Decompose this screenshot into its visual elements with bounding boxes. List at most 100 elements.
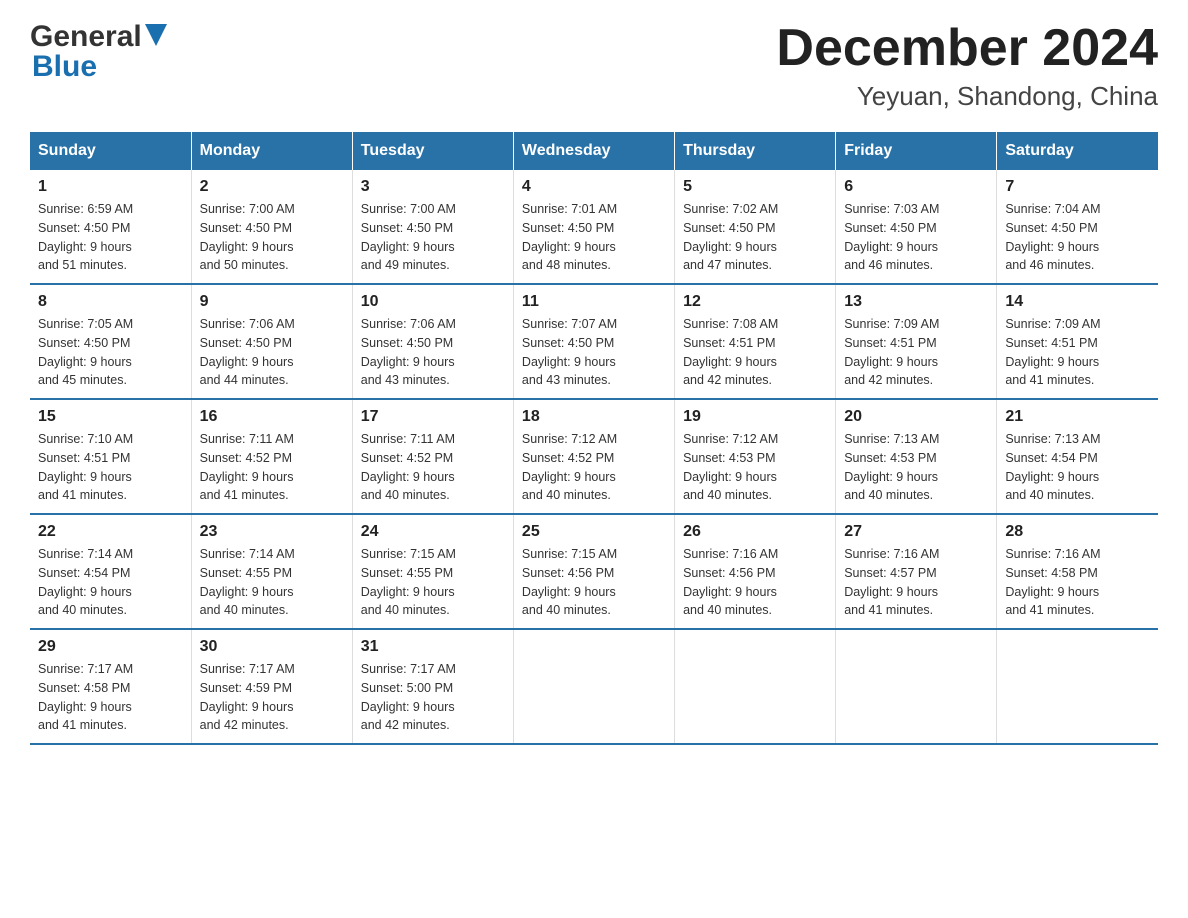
day-number: 20 xyxy=(844,408,988,426)
day-info: Sunrise: 7:07 AM Sunset: 4:50 PM Dayligh… xyxy=(522,315,666,390)
calendar-cell: 12 Sunrise: 7:08 AM Sunset: 4:51 PM Dayli… xyxy=(675,284,836,399)
calendar-cell: 5 Sunrise: 7:02 AM Sunset: 4:50 PM Daylig… xyxy=(675,170,836,284)
day-info: Sunrise: 7:14 AM Sunset: 4:54 PM Dayligh… xyxy=(38,545,183,620)
day-info: Sunrise: 7:16 AM Sunset: 4:58 PM Dayligh… xyxy=(1005,545,1150,620)
calendar-cell: 26 Sunrise: 7:16 AM Sunset: 4:56 PM Dayli… xyxy=(675,514,836,629)
day-number: 24 xyxy=(361,523,505,541)
calendar-cell: 28 Sunrise: 7:16 AM Sunset: 4:58 PM Dayli… xyxy=(997,514,1158,629)
day-info: Sunrise: 7:06 AM Sunset: 4:50 PM Dayligh… xyxy=(200,315,344,390)
day-info: Sunrise: 7:17 AM Sunset: 4:58 PM Dayligh… xyxy=(38,660,183,735)
column-header-tuesday: Tuesday xyxy=(352,132,513,170)
calendar-cell: 8 Sunrise: 7:05 AM Sunset: 4:50 PM Daylig… xyxy=(30,284,191,399)
day-number: 27 xyxy=(844,523,988,541)
day-number: 23 xyxy=(200,523,344,541)
day-info: Sunrise: 7:00 AM Sunset: 4:50 PM Dayligh… xyxy=(200,200,344,275)
calendar-cell: 1 Sunrise: 6:59 AM Sunset: 4:50 PM Daylig… xyxy=(30,170,191,284)
column-header-saturday: Saturday xyxy=(997,132,1158,170)
calendar-cell: 20 Sunrise: 7:13 AM Sunset: 4:53 PM Dayli… xyxy=(836,399,997,514)
day-number: 9 xyxy=(200,293,344,311)
logo-triangle-icon xyxy=(145,24,167,46)
day-number: 22 xyxy=(38,523,183,541)
calendar-cell: 7 Sunrise: 7:04 AM Sunset: 4:50 PM Daylig… xyxy=(997,170,1158,284)
day-info: Sunrise: 7:00 AM Sunset: 4:50 PM Dayligh… xyxy=(361,200,505,275)
day-info: Sunrise: 7:05 AM Sunset: 4:50 PM Dayligh… xyxy=(38,315,183,390)
day-info: Sunrise: 7:04 AM Sunset: 4:50 PM Dayligh… xyxy=(1005,200,1150,275)
day-info: Sunrise: 7:03 AM Sunset: 4:50 PM Dayligh… xyxy=(844,200,988,275)
calendar-cell: 18Sunrise: 7:12 AM Sunset: 4:52 PM Dayli… xyxy=(513,399,674,514)
calendar-cell: 15Sunrise: 7:10 AM Sunset: 4:51 PM Dayli… xyxy=(30,399,191,514)
day-info: Sunrise: 7:02 AM Sunset: 4:50 PM Dayligh… xyxy=(683,200,827,275)
day-number: 16 xyxy=(200,408,344,426)
day-number: 26 xyxy=(683,523,827,541)
calendar-table: SundayMondayTuesdayWednesdayThursdayFrid… xyxy=(30,132,1158,745)
calendar-cell xyxy=(675,629,836,744)
calendar-cell: 19 Sunrise: 7:12 AM Sunset: 4:53 PM Dayli… xyxy=(675,399,836,514)
day-info: Sunrise: 6:59 AM Sunset: 4:50 PM Dayligh… xyxy=(38,200,183,275)
calendar-cell: 29 Sunrise: 7:17 AM Sunset: 4:58 PM Dayli… xyxy=(30,629,191,744)
day-info: Sunrise: 7:06 AM Sunset: 4:50 PM Dayligh… xyxy=(361,315,505,390)
calendar-cell: 14 Sunrise: 7:09 AM Sunset: 4:51 PM Dayli… xyxy=(997,284,1158,399)
day-number: 14 xyxy=(1005,293,1150,311)
calendar-cell: 25Sunrise: 7:15 AM Sunset: 4:56 PM Dayli… xyxy=(513,514,674,629)
calendar-cell xyxy=(997,629,1158,744)
day-number: 13 xyxy=(844,293,988,311)
day-number: 3 xyxy=(361,178,505,196)
calendar-cell: 30 Sunrise: 7:17 AM Sunset: 4:59 PM Dayli… xyxy=(191,629,352,744)
logo-general-text: General xyxy=(30,20,142,54)
calendar-cell: 17 Sunrise: 7:11 AM Sunset: 4:52 PM Dayli… xyxy=(352,399,513,514)
calendar-cell: 21Sunrise: 7:13 AM Sunset: 4:54 PM Dayli… xyxy=(997,399,1158,514)
calendar-cell: 31Sunrise: 7:17 AM Sunset: 5:00 PM Dayli… xyxy=(352,629,513,744)
day-info: Sunrise: 7:12 AM Sunset: 4:52 PM Dayligh… xyxy=(522,430,666,505)
day-info: Sunrise: 7:11 AM Sunset: 4:52 PM Dayligh… xyxy=(361,430,505,505)
day-number: 30 xyxy=(200,638,344,656)
day-info: Sunrise: 7:11 AM Sunset: 4:52 PM Dayligh… xyxy=(200,430,344,505)
day-info: Sunrise: 7:15 AM Sunset: 4:55 PM Dayligh… xyxy=(361,545,505,620)
column-header-sunday: Sunday xyxy=(30,132,191,170)
title-block: December 2024 Yeyuan, Shandong, China xyxy=(776,20,1158,112)
calendar-cell: 16 Sunrise: 7:11 AM Sunset: 4:52 PM Dayli… xyxy=(191,399,352,514)
day-info: Sunrise: 7:01 AM Sunset: 4:50 PM Dayligh… xyxy=(522,200,666,275)
logo: General Blue xyxy=(30,20,167,84)
day-number: 21 xyxy=(1005,408,1150,426)
day-info: Sunrise: 7:13 AM Sunset: 4:53 PM Dayligh… xyxy=(844,430,988,505)
day-number: 11 xyxy=(522,293,666,311)
calendar-cell: 23Sunrise: 7:14 AM Sunset: 4:55 PM Dayli… xyxy=(191,514,352,629)
day-info: Sunrise: 7:10 AM Sunset: 4:51 PM Dayligh… xyxy=(38,430,183,505)
day-number: 7 xyxy=(1005,178,1150,196)
calendar-week-row: 22 Sunrise: 7:14 AM Sunset: 4:54 PM Dayli… xyxy=(30,514,1158,629)
calendar-cell xyxy=(513,629,674,744)
day-number: 25 xyxy=(522,523,666,541)
day-info: Sunrise: 7:12 AM Sunset: 4:53 PM Dayligh… xyxy=(683,430,827,505)
day-number: 6 xyxy=(844,178,988,196)
calendar-cell: 2 Sunrise: 7:00 AM Sunset: 4:50 PM Daylig… xyxy=(191,170,352,284)
column-header-monday: Monday xyxy=(191,132,352,170)
column-header-thursday: Thursday xyxy=(675,132,836,170)
page-subtitle: Yeyuan, Shandong, China xyxy=(776,81,1158,112)
column-header-wednesday: Wednesday xyxy=(513,132,674,170)
calendar-cell: 24 Sunrise: 7:15 AM Sunset: 4:55 PM Dayli… xyxy=(352,514,513,629)
day-info: Sunrise: 7:09 AM Sunset: 4:51 PM Dayligh… xyxy=(1005,315,1150,390)
day-info: Sunrise: 7:16 AM Sunset: 4:56 PM Dayligh… xyxy=(683,545,827,620)
calendar-week-row: 15Sunrise: 7:10 AM Sunset: 4:51 PM Dayli… xyxy=(30,399,1158,514)
day-number: 1 xyxy=(38,178,183,196)
day-info: Sunrise: 7:16 AM Sunset: 4:57 PM Dayligh… xyxy=(844,545,988,620)
day-number: 17 xyxy=(361,408,505,426)
day-info: Sunrise: 7:17 AM Sunset: 4:59 PM Dayligh… xyxy=(200,660,344,735)
calendar-header-row: SundayMondayTuesdayWednesdayThursdayFrid… xyxy=(30,132,1158,170)
day-number: 4 xyxy=(522,178,666,196)
day-number: 5 xyxy=(683,178,827,196)
calendar-cell: 4 Sunrise: 7:01 AM Sunset: 4:50 PM Daylig… xyxy=(513,170,674,284)
calendar-cell: 10 Sunrise: 7:06 AM Sunset: 4:50 PM Dayli… xyxy=(352,284,513,399)
day-number: 28 xyxy=(1005,523,1150,541)
day-number: 12 xyxy=(683,293,827,311)
day-number: 10 xyxy=(361,293,505,311)
calendar-cell: 6 Sunrise: 7:03 AM Sunset: 4:50 PM Daylig… xyxy=(836,170,997,284)
day-number: 2 xyxy=(200,178,344,196)
day-number: 19 xyxy=(683,408,827,426)
column-header-friday: Friday xyxy=(836,132,997,170)
day-info: Sunrise: 7:08 AM Sunset: 4:51 PM Dayligh… xyxy=(683,315,827,390)
calendar-cell: 3 Sunrise: 7:00 AM Sunset: 4:50 PM Daylig… xyxy=(352,170,513,284)
day-info: Sunrise: 7:09 AM Sunset: 4:51 PM Dayligh… xyxy=(844,315,988,390)
day-number: 29 xyxy=(38,638,183,656)
day-number: 8 xyxy=(38,293,183,311)
